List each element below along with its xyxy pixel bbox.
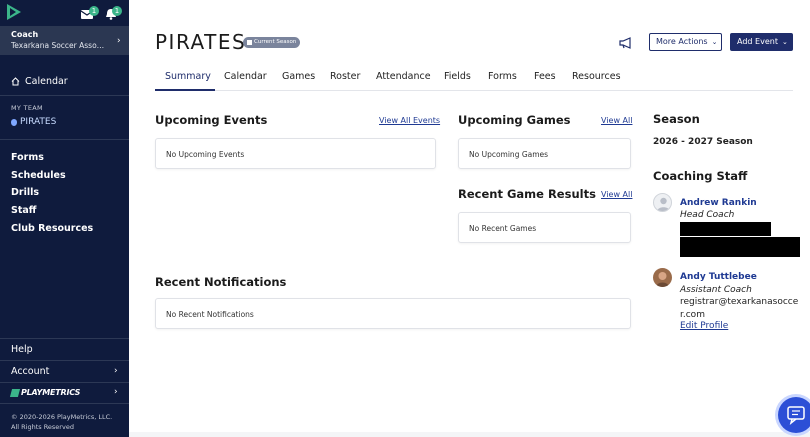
tab-attendance[interactable]: Attendance — [376, 71, 431, 82]
user-photo-icon — [656, 272, 669, 287]
button-label: Add Event — [737, 37, 778, 46]
view-all-results-link[interactable]: View All — [601, 190, 632, 199]
recent-game-results-title: Recent Game Results — [458, 187, 596, 201]
tab-calendar[interactable]: Calendar — [224, 71, 267, 82]
coach-org: Texarkana Soccer Association — [11, 41, 106, 50]
sidebar-item-team[interactable]: PIRATES — [11, 117, 56, 127]
chevron-right-icon: › — [117, 36, 121, 46]
redacted-block — [680, 222, 771, 236]
empty-state-text: No Recent Games — [469, 224, 537, 233]
recent-results-card: No Recent Games — [458, 212, 631, 243]
sidebar-item-drills[interactable]: Drills — [11, 187, 39, 198]
view-all-games-link[interactable]: View All — [601, 116, 632, 125]
chevron-right-icon: › — [114, 366, 118, 376]
sidebar-item-account[interactable]: Account — [11, 366, 49, 377]
avatar — [653, 193, 672, 212]
upcoming-events-card: No Upcoming Events — [155, 138, 436, 169]
season-title: Season — [653, 112, 700, 126]
upcoming-events-title: Upcoming Events — [155, 113, 268, 127]
inbox-badge: 1 — [89, 6, 99, 16]
recent-notifications-title: Recent Notifications — [155, 275, 287, 289]
brand-name: PLAYMETRICS — [21, 388, 81, 397]
divider — [0, 338, 129, 339]
season-value: 2026 - 2027 Season — [653, 137, 753, 147]
avatar — [653, 268, 672, 287]
chat-button[interactable] — [778, 397, 810, 433]
playmetrics-mark-icon — [9, 388, 21, 397]
page-footer-strip — [129, 432, 810, 437]
page-title: PIRATES — [155, 30, 247, 54]
playmetrics-brand[interactable]: PLAYMETRICS — [9, 388, 81, 397]
edit-profile-link[interactable]: Edit Profile — [680, 321, 728, 331]
megaphone-icon[interactable] — [619, 37, 633, 49]
staff-role: Assistant Coach — [680, 285, 752, 295]
divider — [0, 139, 129, 140]
tab-games[interactable]: Games — [282, 71, 315, 82]
divider — [0, 95, 129, 96]
badge-label: Current Season — [254, 39, 297, 45]
upcoming-games-title: Upcoming Games — [458, 113, 571, 127]
sidebar-item-schedules[interactable]: Schedules — [11, 170, 66, 181]
home-icon — [11, 77, 20, 86]
sidebar-item-staff[interactable]: Staff — [11, 205, 37, 216]
active-tab-indicator — [155, 89, 215, 91]
recent-notifications-card: No Recent Notifications — [155, 298, 631, 329]
sidebar-item-help[interactable]: Help — [11, 344, 33, 355]
tab-roster[interactable]: Roster — [330, 71, 360, 82]
add-event-button[interactable]: Add Event ⌄ — [730, 33, 793, 51]
tab-fields[interactable]: Fields — [444, 71, 471, 82]
tab-bar-border — [155, 90, 793, 91]
coaching-staff-title: Coaching Staff — [653, 169, 748, 183]
chat-bubble-icon — [787, 406, 805, 425]
tab-fees[interactable]: Fees — [534, 71, 556, 82]
empty-state-text: No Upcoming Events — [166, 150, 245, 159]
button-label: More Actions — [656, 37, 708, 46]
chevron-down-icon: ⌄ — [781, 38, 788, 46]
coach-role: Coach — [11, 30, 39, 39]
bell-badge: 1 — [112, 6, 122, 16]
copyright: © 2020-2026 PlayMetrics, LLC. All Rights… — [11, 412, 126, 432]
copyright-line: All Rights Reserved — [11, 423, 74, 431]
view-all-events-link[interactable]: View All Events — [379, 116, 440, 125]
my-team-label: MY TEAM — [11, 104, 43, 112]
sidebar-item-forms[interactable]: Forms — [11, 152, 44, 163]
copyright-line: © 2020-2026 PlayMetrics, LLC. — [11, 413, 113, 421]
playmetrics-logo-icon[interactable] — [5, 3, 23, 21]
chevron-down-icon: ⌄ — [711, 38, 718, 46]
staff-role: Head Coach — [680, 210, 735, 220]
sidebar-item-club-resources[interactable]: Club Resources — [11, 223, 93, 234]
divider — [0, 360, 129, 361]
sidebar-item-label: Calendar — [25, 76, 68, 87]
user-placeholder-icon — [657, 197, 670, 211]
redacted-block — [680, 237, 800, 257]
calendar-icon — [247, 40, 252, 45]
upcoming-games-card: No Upcoming Games — [458, 138, 631, 169]
sidebar-item-label: PIRATES — [20, 117, 57, 127]
tab-forms[interactable]: Forms — [488, 71, 517, 82]
divider — [0, 403, 129, 404]
more-actions-button[interactable]: More Actions ⌄ — [649, 33, 722, 51]
empty-state-text: No Upcoming Games — [469, 150, 549, 159]
tab-summary[interactable]: Summary — [165, 71, 211, 82]
tab-resources[interactable]: Resources — [572, 71, 621, 82]
sidebar-item-calendar[interactable]: Calendar — [11, 76, 68, 87]
divider — [0, 382, 129, 383]
shield-icon — [11, 118, 17, 126]
chevron-right-icon: › — [114, 387, 118, 397]
sidebar: 1 1 Coach Texarkana Soccer Association ›… — [0, 0, 129, 437]
staff-name-link[interactable]: Andy Tuttlebee — [680, 272, 757, 282]
current-season-badge: Current Season — [243, 37, 301, 48]
staff-name-link[interactable]: Andrew Rankin — [680, 198, 757, 208]
empty-state-text: No Recent Notifications — [166, 310, 254, 319]
staff-email: registrar@texarkanasoccer.com — [680, 297, 799, 320]
